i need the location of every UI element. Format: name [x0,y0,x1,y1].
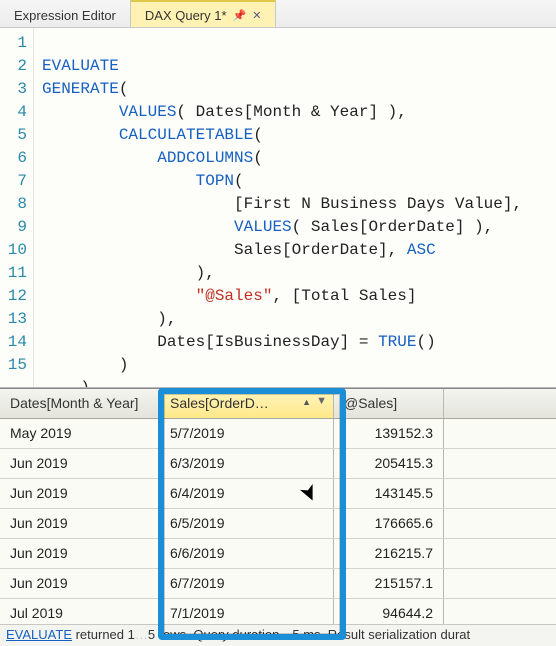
status-link[interactable]: EVALUATE [6,627,72,642]
status-bar: EVALUATE returned 1…5 rows. Query durati… [0,624,556,646]
cell: 6/3/2019 [160,449,334,478]
table-row[interactable]: Jul 20197/1/201994644.2 [0,599,556,625]
table-row[interactable]: Jun 20196/4/2019143145.5 [0,479,556,509]
cell: 216215.7 [334,539,444,568]
filter-icon[interactable]: ▼ [316,395,327,407]
cell: 6/4/2019 [160,479,334,508]
grid-body: May 20195/7/2019139152.3Jun 20196/3/2019… [0,419,556,625]
column-header-sales[interactable]: @Sales] [334,389,444,418]
cell: 94644.2 [334,599,444,625]
tab-label: DAX Query 1* [145,8,227,23]
cell: 143145.5 [334,479,444,508]
results-grid[interactable]: Dates[Month & Year] Sales[OrderD… ▲ ▼ @S… [0,388,556,625]
cell: 6/6/2019 [160,539,334,568]
cell: 6/5/2019 [160,509,334,538]
tab-expression-editor[interactable]: Expression Editor [0,0,131,27]
cell: Jun 2019 [0,449,160,478]
cell: Jun 2019 [0,539,160,568]
grid-header-row: Dates[Month & Year] Sales[OrderD… ▲ ▼ @S… [0,389,556,419]
cell: Jun 2019 [0,509,160,538]
sort-asc-icon: ▲ [302,397,311,407]
cell: 139152.3 [334,419,444,448]
line-gutter: 123456789101112131415 [0,28,34,387]
cell: 215157.1 [334,569,444,598]
close-icon[interactable]: ✕ [252,9,261,22]
table-row[interactable]: Jun 20196/5/2019176665.6 [0,509,556,539]
cell: Jun 2019 [0,479,160,508]
cell: 176665.6 [334,509,444,538]
cell: May 2019 [0,419,160,448]
tab-dax-query[interactable]: DAX Query 1* 📌 ✕ [131,0,277,27]
column-header-orderdate[interactable]: Sales[OrderD… ▲ ▼ [160,389,334,418]
table-row[interactable]: May 20195/7/2019139152.3 [0,419,556,449]
cell: 6/7/2019 [160,569,334,598]
cell: 5/7/2019 [160,419,334,448]
column-header-month-year[interactable]: Dates[Month & Year] [0,389,160,418]
cell: Jul 2019 [0,599,160,625]
table-row[interactable]: Jun 20196/6/2019216215.7 [0,539,556,569]
cell: Jun 2019 [0,569,160,598]
tab-label: Expression Editor [14,8,116,23]
code-content[interactable]: EVALUATE GENERATE( VALUES( Dates[Month &… [34,28,522,387]
pin-icon[interactable]: 📌 [233,9,247,22]
tab-bar: Expression Editor DAX Query 1* 📌 ✕ [0,0,556,28]
code-editor[interactable]: 123456789101112131415 EVALUATE GENERATE(… [0,28,556,388]
table-row[interactable]: Jun 20196/3/2019205415.3 [0,449,556,479]
table-row[interactable]: Jun 20196/7/2019215157.1 [0,569,556,599]
cell: 7/1/2019 [160,599,334,625]
cell: 205415.3 [334,449,444,478]
